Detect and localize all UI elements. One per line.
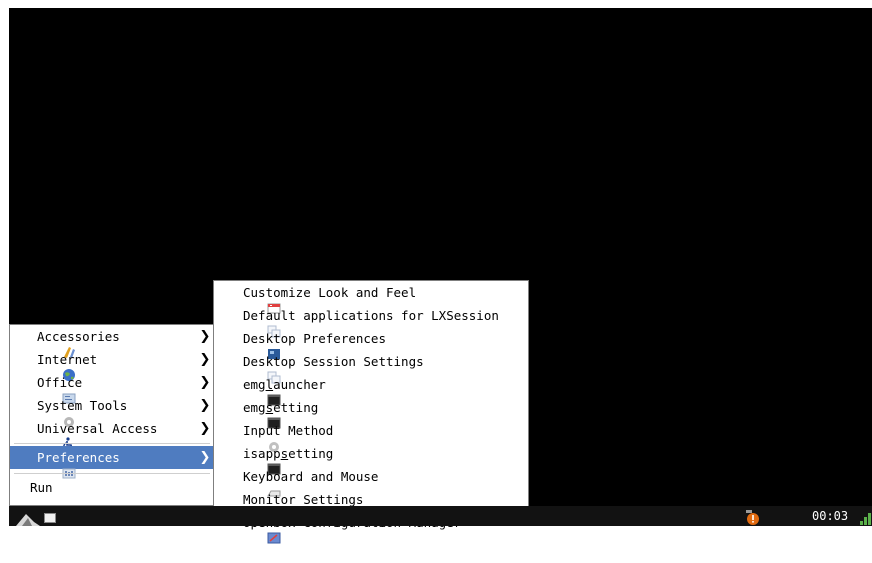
application-menu: Accessories ❯ Internet ❯ Office ❯ System… [9, 324, 215, 506]
gear-icon [222, 424, 280, 452]
menu-item-internet[interactable]: Internet ❯ [10, 348, 214, 381]
taskbar [9, 506, 872, 526]
submenu-item-label: Desktop Session Settings [243, 354, 424, 369]
menu-item-run[interactable]: Run [10, 476, 214, 499]
system-tools-gear-icon [17, 399, 75, 427]
windows-icon [222, 355, 281, 383]
menu-item-label: Universal Access [37, 421, 158, 436]
submenu-item-emgsetting[interactable]: emgsetting [214, 396, 528, 428]
submenu-item-label: Keyboard and Mouse [243, 469, 379, 484]
submenu-arrow-icon: ❯ [199, 352, 211, 367]
network-status-icon[interactable] [858, 510, 872, 526]
submenu-item-label: Monitor Settings [243, 492, 364, 507]
internet-globe-icon [17, 353, 76, 381]
menu-item-label: Accessories [37, 329, 120, 344]
submenu-arrow-icon: ❯ [199, 329, 211, 344]
warning-icon[interactable] [744, 510, 760, 526]
desktop-preferences-icon [222, 332, 281, 359]
menu-item-universal-access[interactable]: Universal Access ❯ [10, 417, 214, 451]
accessories-icon [17, 330, 76, 358]
universal-access-icon [17, 422, 73, 451]
menu-item-label: Office [37, 375, 83, 390]
menu-separator [14, 473, 210, 474]
submenu-item-isappsetting[interactable]: isappsetting [214, 442, 528, 474]
submenu-item-label: emglauncher [243, 377, 326, 392]
menu-item-label: Run [30, 480, 53, 495]
submenu-arrow-icon: ❯ [199, 398, 211, 413]
clock[interactable]: 00:03 [812, 509, 848, 523]
submenu-arrow-icon: ❯ [199, 421, 211, 436]
windows-icon [222, 309, 281, 337]
preferences-icon [17, 451, 76, 478]
terminal-icon [222, 401, 281, 428]
submenu-item-label: emgsetting [243, 400, 319, 415]
submenu-item-keyboard-and-mouse[interactable]: Keyboard and Mouse [214, 465, 528, 496]
submenu-item-desktop-session-settings[interactable]: Desktop Session Settings [214, 350, 528, 383]
submenu-item-label: Desktop Preferences [243, 331, 386, 346]
submenu-item-default-applications[interactable]: Default applications for LXSession [214, 304, 528, 337]
terminal-icon [222, 447, 281, 474]
menu-item-label: Preferences [37, 450, 120, 465]
menu-separator [14, 443, 210, 444]
submenu-item-label: Customize Look and Feel [243, 285, 417, 300]
menu-item-office[interactable]: Office ❯ [10, 371, 214, 403]
submenu-item-label: isappsetting [243, 446, 334, 461]
submenu-item-label: Input Method [243, 423, 334, 438]
submenu-item-customize-look-and-feel[interactable]: Customize Look and Feel [214, 281, 528, 313]
start-menu-logo-icon[interactable] [14, 508, 42, 526]
submenu-item-input-method[interactable]: Input Method [214, 419, 528, 452]
preferences-submenu: Customize Look and Feel Default applicat… [213, 280, 529, 543]
menu-item-system-tools[interactable]: System Tools ❯ [10, 394, 214, 427]
menu-item-preferences[interactable]: Preferences ❯ [10, 446, 214, 478]
submenu-arrow-icon: ❯ [199, 375, 211, 390]
menu-item-label: System Tools [37, 398, 128, 413]
terminal-icon [222, 378, 281, 405]
gear-icon [222, 493, 280, 521]
submenu-arrow-icon: ❯ [199, 450, 211, 465]
customize-look-icon [222, 286, 281, 313]
menu-item-label: Internet [37, 352, 98, 367]
submenu-item-desktop-preferences[interactable]: Desktop Preferences [214, 327, 528, 359]
menu-item-accessories[interactable]: Accessories ❯ [10, 325, 214, 358]
keyboard-icon [222, 470, 281, 496]
submenu-item-emglauncher[interactable]: emglauncher [214, 373, 528, 405]
office-icon [17, 376, 76, 403]
show-desktop-icon[interactable] [44, 513, 56, 523]
submenu-item-label: Default applications for LXSession [243, 308, 499, 323]
